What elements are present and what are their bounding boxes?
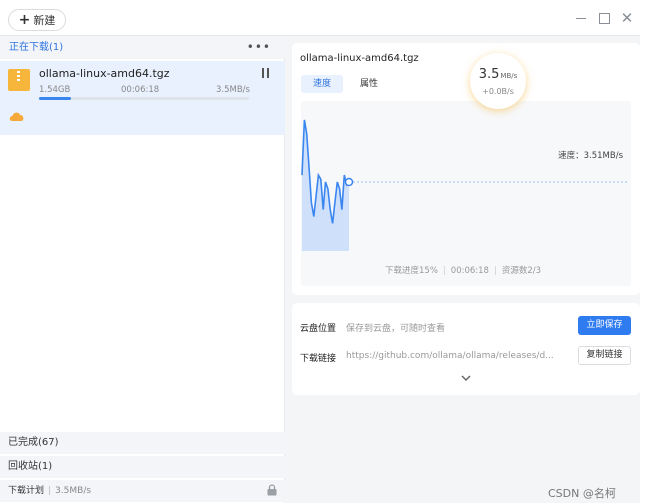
- downloading-header-label: 正在下载(1): [9, 42, 64, 53]
- minimize-icon[interactable]: [574, 11, 588, 25]
- new-button-label: 新建: [33, 14, 56, 27]
- cloud-location-value: 保存到云盘，可随时查看: [346, 324, 446, 334]
- plan-value: 3.5MB/s: [55, 486, 92, 496]
- bubble-delta: +0.0B/s: [482, 87, 514, 96]
- tab-properties[interactable]: 属性: [348, 75, 390, 93]
- completed-label: 已完成(67): [8, 437, 59, 448]
- watermark: CSDN @名柯: [548, 487, 616, 500]
- download-item[interactable]: ollama-linux-amd64.tgz 1.54GB 00:06:18 3…: [0, 61, 285, 135]
- download-item-speed: 3.5MB/s: [216, 85, 250, 95]
- downloading-section-header[interactable]: 正在下载(1) •••: [0, 37, 285, 59]
- download-item-name: ollama-linux-amd64.tgz: [39, 67, 170, 80]
- current-speed-point: [344, 177, 354, 187]
- lock-icon[interactable]: [266, 484, 278, 496]
- copy-link-button[interactable]: 复制链接: [578, 346, 631, 365]
- bubble-unit: MB/s: [500, 72, 518, 80]
- edge-strip: [640, 0, 650, 503]
- cloud-icon[interactable]: [8, 109, 26, 123]
- download-progress-fill: [39, 97, 71, 100]
- speed-chart: 速度：3.51MB/s 下载进度15% | 00:06:18 | 资源数2/3: [301, 101, 631, 286]
- detail-file-name: ollama-linux-amd64.tgz: [300, 53, 419, 64]
- speed-card: ollama-linux-amd64.tgz 速度 属性 速度：3.51MB/s…: [292, 43, 640, 295]
- stat-time: 00:06:18: [450, 266, 489, 276]
- save-now-button[interactable]: 立即保存: [578, 316, 631, 335]
- completed-section[interactable]: 已完成(67): [0, 432, 285, 454]
- download-link-value[interactable]: https://github.com/ollama/ollama/release…: [346, 351, 554, 361]
- download-progress-track: [39, 97, 249, 100]
- zip-file-icon: [8, 69, 30, 91]
- stat-divider: |: [493, 266, 497, 276]
- new-download-button[interactable]: + 新建: [8, 9, 66, 31]
- pause-icon[interactable]: [261, 68, 270, 79]
- plan-divider: |: [48, 486, 52, 496]
- chart-stats: 下载进度15% | 00:06:18 | 资源数2/3: [385, 264, 541, 276]
- download-list-panel: 正在下载(1) ••• ollama-linux-amd64.tgz 1.54G…: [0, 37, 285, 503]
- download-link-label: 下载链接: [300, 354, 337, 364]
- close-icon[interactable]: ✕: [620, 9, 634, 27]
- speed-chart-svg: [301, 119, 629, 252]
- plan-label: 下载计划: [8, 486, 45, 496]
- trash-section[interactable]: 回收站(1): [0, 456, 285, 478]
- download-item-time: 00:06:18: [121, 85, 160, 95]
- maximize-icon[interactable]: [597, 11, 611, 25]
- more-icon[interactable]: •••: [247, 37, 271, 57]
- stat-resources: 资源数2/3: [501, 266, 542, 276]
- cloud-card: 云盘位置 保存到云盘，可随时查看 立即保存 下载链接 https://githu…: [292, 303, 640, 395]
- chevron-down-icon[interactable]: [459, 373, 473, 383]
- speed-line-label: 速度：3.51MB/s: [558, 151, 623, 161]
- download-plan[interactable]: 下载计划 | 3.5MB/s: [0, 480, 285, 502]
- stat-progress: 下载进度15%: [385, 266, 438, 276]
- download-item-size: 1.54GB: [39, 85, 71, 95]
- bubble-value: 3.5: [478, 67, 500, 82]
- speed-bubble: 3.5MB/s +0.0B/s: [470, 53, 526, 109]
- app-window: + 新建 ✕ 正在下载(1) ••• ollama-linux-amd64.tg…: [0, 0, 650, 503]
- title-bar: + 新建 ✕: [0, 0, 640, 36]
- cloud-location-label: 云盘位置: [300, 324, 337, 334]
- stat-divider: |: [442, 266, 446, 276]
- tab-speed[interactable]: 速度: [301, 75, 344, 93]
- plus-icon: +: [18, 12, 31, 28]
- bubble-value-wrap: 3.5MB/s: [470, 67, 526, 82]
- trash-label: 回收站(1): [8, 461, 53, 472]
